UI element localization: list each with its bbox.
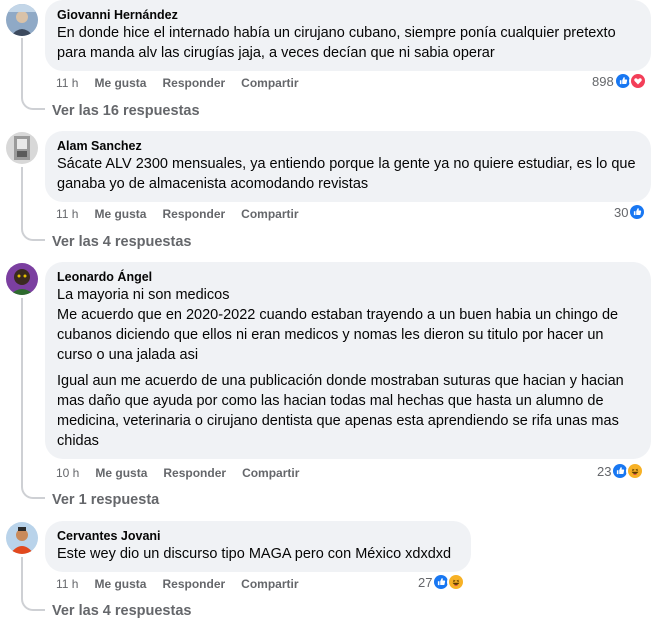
like-button[interactable]: Me gusta bbox=[95, 465, 147, 481]
comment-actions: 11 h Me gusta Responder Compartir bbox=[56, 206, 299, 222]
comment-actions: 11 h Me gusta Responder Compartir bbox=[56, 576, 299, 592]
comment-time[interactable]: 11 h bbox=[56, 75, 78, 91]
thread-connector bbox=[21, 96, 45, 110]
avatar[interactable] bbox=[6, 263, 38, 295]
reply-button[interactable]: Responder bbox=[162, 206, 225, 222]
thread-line bbox=[21, 38, 23, 96]
view-replies-link[interactable]: Ver las 4 respuestas bbox=[52, 233, 191, 251]
view-replies-link[interactable]: Ver las 16 respuestas bbox=[52, 102, 200, 120]
comment-bubble: Alam Sanchez Sácate ALV 2300 mensuales, … bbox=[45, 131, 651, 202]
haha-icon bbox=[626, 462, 645, 480]
share-button[interactable]: Compartir bbox=[241, 576, 298, 592]
comment-time[interactable]: 11 h bbox=[56, 576, 78, 592]
avatar[interactable] bbox=[6, 132, 38, 164]
comment-text: La mayoria ni son medicos Me acuerdo que… bbox=[57, 287, 619, 363]
comment-text: En donde hice el internado había un ciru… bbox=[57, 25, 616, 61]
like-button[interactable]: Me gusta bbox=[94, 206, 146, 222]
like-button[interactable]: Me gusta bbox=[94, 75, 146, 91]
thread-line bbox=[21, 557, 23, 597]
reaction-count: 23 bbox=[597, 463, 612, 479]
comment-time[interactable]: 11 h bbox=[56, 206, 78, 222]
thread-connector bbox=[21, 485, 45, 499]
comment-author[interactable]: Alam Sanchez bbox=[57, 138, 639, 154]
comment-actions: 11 h Me gusta Responder Compartir bbox=[56, 75, 299, 91]
comment-time[interactable]: 10 h bbox=[56, 465, 79, 481]
comment-text: Este wey dio un discurso tipo MAGA pero … bbox=[57, 546, 452, 562]
view-replies-link[interactable]: Ver las 4 respuestas bbox=[52, 602, 191, 620]
share-button[interactable]: Compartir bbox=[242, 465, 299, 481]
reply-button[interactable]: Responder bbox=[162, 75, 225, 91]
view-replies-link[interactable]: Ver 1 respuesta bbox=[52, 491, 159, 509]
reaction-summary[interactable]: 27 bbox=[418, 573, 466, 591]
reaction-count: 30 bbox=[614, 204, 629, 220]
thread-line bbox=[21, 167, 23, 227]
haha-icon bbox=[447, 573, 466, 591]
avatar[interactable] bbox=[6, 4, 38, 36]
reply-button[interactable]: Responder bbox=[163, 465, 226, 481]
thread-connector bbox=[21, 597, 45, 611]
reaction-summary[interactable]: 30 bbox=[614, 203, 647, 221]
comment-bubble: Giovanni Hernández En donde hice el inte… bbox=[45, 0, 651, 71]
comment-text: Sácate ALV 2300 mensuales, ya entiendo p… bbox=[57, 156, 636, 192]
avatar[interactable] bbox=[6, 522, 38, 554]
like-button[interactable]: Me gusta bbox=[94, 576, 146, 592]
comment-bubble: Leonardo Ángel La mayoria ni son medicos… bbox=[45, 262, 651, 459]
comment-author[interactable]: Cervantes Jovani bbox=[57, 528, 459, 544]
thread-connector bbox=[21, 227, 45, 241]
share-button[interactable]: Compartir bbox=[241, 75, 298, 91]
comment-text: Igual aun me acuerdo de una publicación … bbox=[57, 373, 624, 449]
comment-author[interactable]: Leonardo Ángel bbox=[57, 269, 639, 285]
like-icon bbox=[628, 203, 647, 221]
reaction-count: 898 bbox=[592, 73, 614, 89]
reaction-count: 27 bbox=[418, 574, 433, 590]
reply-button[interactable]: Responder bbox=[162, 576, 225, 592]
thread-line bbox=[21, 298, 23, 485]
love-icon bbox=[628, 72, 647, 90]
comment-actions: 10 h Me gusta Responder Compartir bbox=[56, 465, 299, 481]
reaction-summary[interactable]: 898 bbox=[592, 72, 647, 90]
reaction-summary[interactable]: 23 bbox=[597, 462, 645, 480]
comment-author[interactable]: Giovanni Hernández bbox=[57, 7, 639, 23]
share-button[interactable]: Compartir bbox=[241, 206, 298, 222]
comment-bubble: Cervantes Jovani Este wey dio un discurs… bbox=[45, 521, 471, 572]
